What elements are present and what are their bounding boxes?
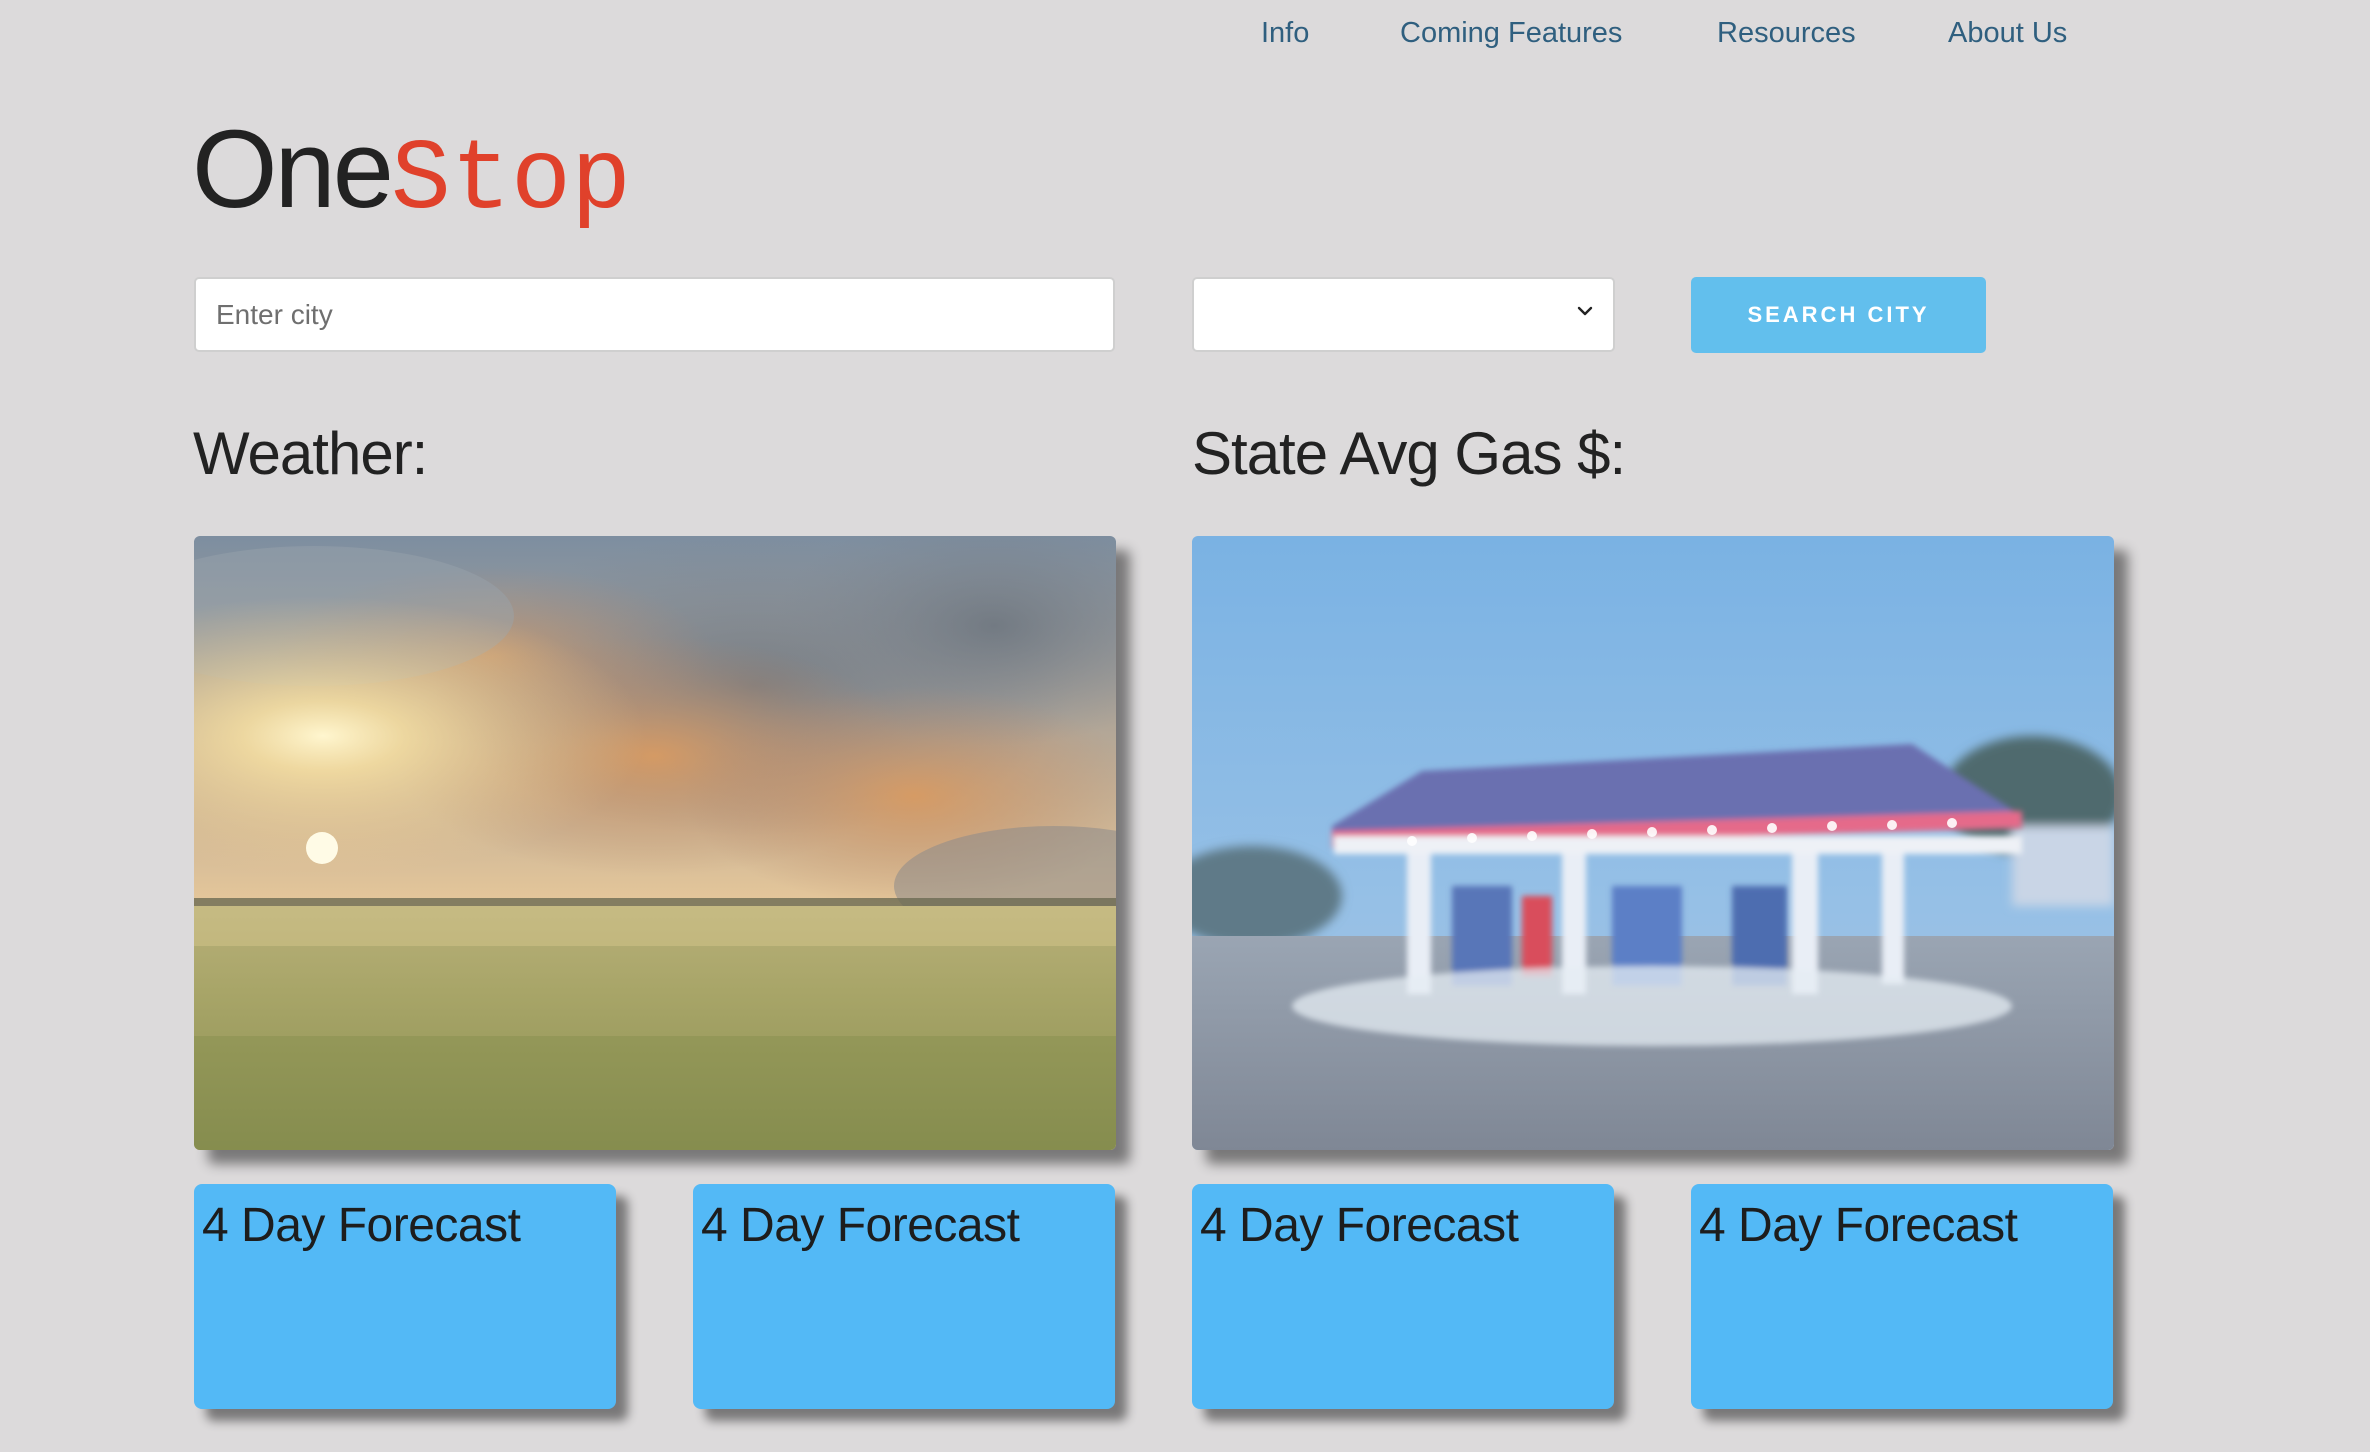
city-search-input[interactable]: [194, 277, 1115, 352]
forecast-card-title: 4 Day Forecast: [701, 1199, 1020, 1252]
forecast-card-title: 4 Day Forecast: [1699, 1199, 2018, 1252]
sunset-field-illustration: [194, 536, 1116, 1150]
forecast-card: 4 Day Forecast: [1691, 1184, 2113, 1409]
chevron-down-icon: [1577, 306, 1593, 316]
forecast-card: 4 Day Forecast: [693, 1184, 1115, 1409]
nav-link-info[interactable]: Info: [1261, 10, 1309, 56]
nav-link-coming-features[interactable]: Coming Features: [1400, 10, 1622, 56]
site-logo: OneStop: [192, 100, 631, 240]
forecast-card-title: 4 Day Forecast: [1200, 1199, 1519, 1252]
nav-link-resources[interactable]: Resources: [1717, 10, 1856, 56]
weather-heading: Weather:: [193, 420, 428, 487]
gas-station-image: [1192, 536, 2114, 1150]
forecast-card-title: 4 Day Forecast: [202, 1199, 521, 1252]
logo-one-text: One: [192, 108, 394, 231]
state-select[interactable]: [1192, 277, 1615, 352]
top-nav: Info Coming Features Resources About Us: [0, 10, 2370, 56]
logo-stop-text: Stop: [390, 125, 631, 238]
weather-image: [194, 536, 1116, 1150]
forecast-card: 4 Day Forecast: [194, 1184, 616, 1409]
forecast-card: 4 Day Forecast: [1192, 1184, 1614, 1409]
gas-price-heading: State Avg Gas $:: [1192, 420, 1626, 487]
search-city-button[interactable]: SEARCH CITY: [1691, 277, 1986, 353]
gas-station-illustration: [1192, 536, 2114, 1150]
nav-link-about-us[interactable]: About Us: [1948, 10, 2067, 56]
